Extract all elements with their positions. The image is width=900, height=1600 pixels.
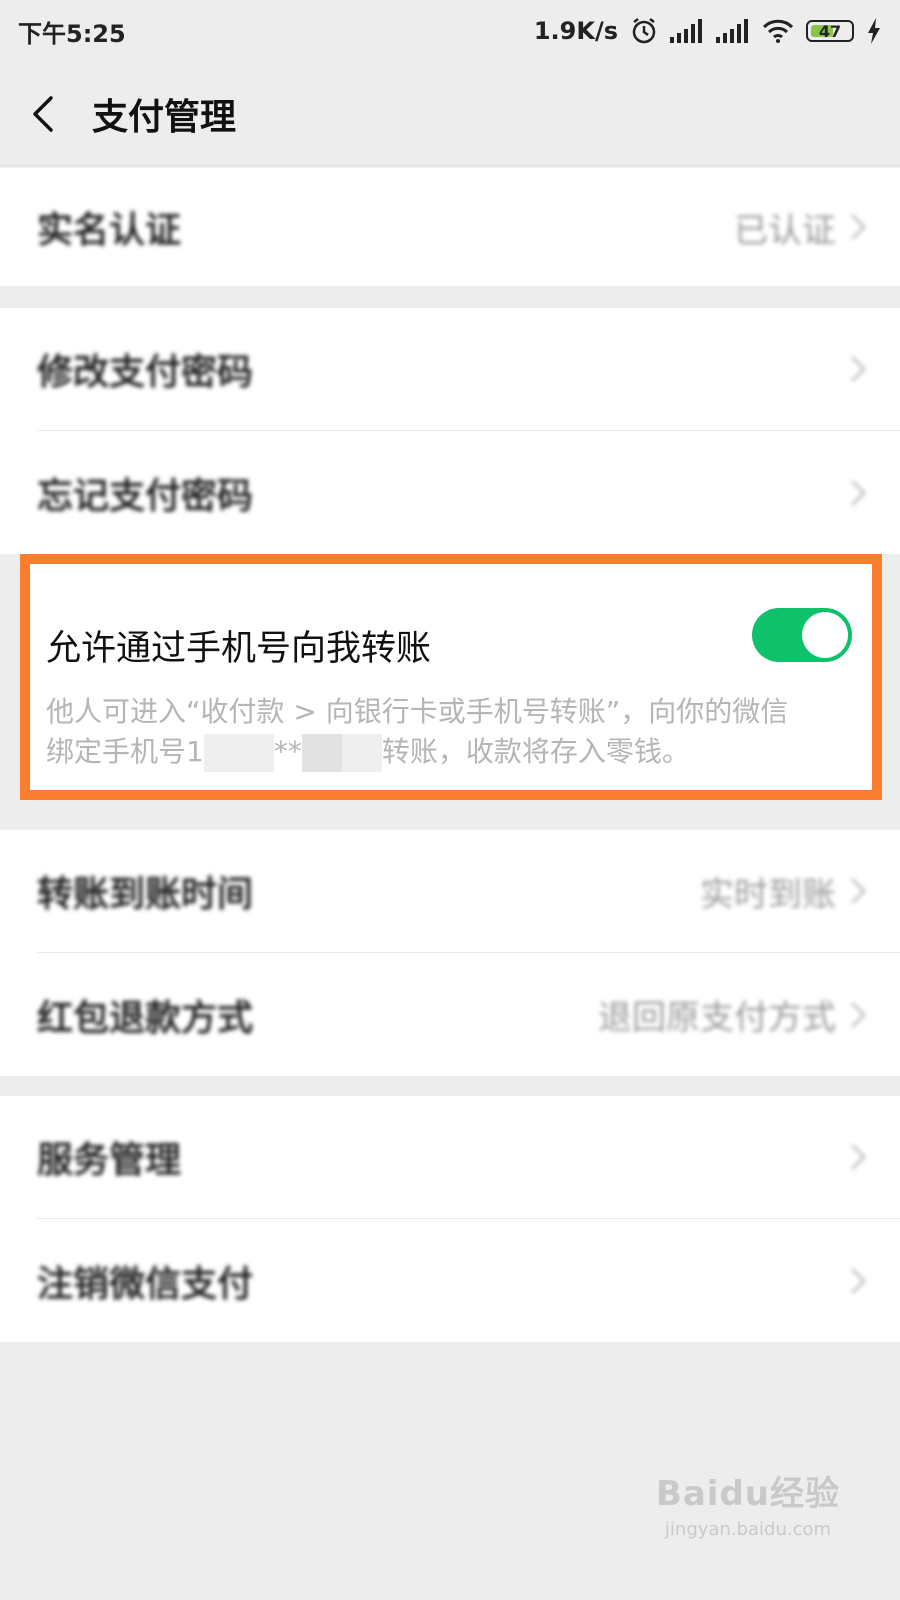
row-label: 实名认证 xyxy=(37,210,182,251)
chevron-right-icon xyxy=(850,355,866,383)
page-title: 支付管理 xyxy=(92,96,237,138)
group-services: 服务管理 注销微信支付 xyxy=(0,1096,900,1342)
row-label: 注销微信支付 xyxy=(37,1263,254,1305)
status-time: 下午5:25 xyxy=(18,19,126,48)
phone-transfer-toggle[interactable] xyxy=(752,608,852,662)
group-transfer: 转账到账时间 实时到账 红包退款方式 退回原支付方式 xyxy=(0,830,900,1076)
charging-icon xyxy=(866,18,882,44)
network-speed: 1.9K/s xyxy=(533,17,618,45)
desc-line-1: 他人可进入“收付款 > 向银行卡或手机号转账”，向你的微信 xyxy=(46,695,789,728)
watermark-url: jingyan.baidu.com xyxy=(664,1519,832,1540)
group-password: 修改支付密码 忘记支付密码 xyxy=(0,308,900,554)
row-cancel-wechat-pay[interactable]: 注销微信支付 xyxy=(0,1219,900,1342)
row-label: 服务管理 xyxy=(37,1140,182,1181)
chevron-right-icon xyxy=(850,479,866,506)
chevron-right-icon xyxy=(850,1143,866,1171)
row-label: 转账到账时间 xyxy=(37,874,254,915)
row-value: 退回原支付方式 xyxy=(598,998,836,1038)
row-value: 已认证 xyxy=(734,210,836,251)
alarm-icon xyxy=(630,17,658,45)
back-arrow-icon xyxy=(33,95,53,132)
row-refund-method[interactable]: 红包退款方式 退回原支付方式 xyxy=(0,953,900,1076)
back-button[interactable] xyxy=(4,74,84,154)
chevron-right-icon xyxy=(850,877,866,905)
signal-icon-2 xyxy=(716,19,750,43)
row-value: 实时到账 xyxy=(700,874,836,915)
toggle-knob xyxy=(802,612,848,658)
signal-icon xyxy=(670,19,704,43)
chevron-right-icon xyxy=(850,213,866,241)
wifi-icon xyxy=(762,19,794,43)
row-service-management[interactable]: 服务管理 xyxy=(0,1096,900,1218)
chevron-right-icon xyxy=(850,1001,866,1028)
redacted-phone xyxy=(341,734,382,772)
row-label: 忘记支付密码 xyxy=(37,475,254,517)
row-forgot-password[interactable]: 忘记支付密码 xyxy=(0,431,900,554)
watermark-logo: Baidu经验 xyxy=(655,1474,840,1514)
battery-icon: 47 xyxy=(806,20,854,42)
row-real-name[interactable]: 实名认证 已认证 xyxy=(0,168,900,286)
nav-bar: 支付管理 xyxy=(0,62,900,166)
battery-level: 47 xyxy=(818,21,842,41)
chevron-right-icon xyxy=(850,1267,866,1294)
phone-transfer-section: 允许通过手机号向我转账 他人可进入“收付款 > 向银行卡或手机号转账”，向你的微… xyxy=(20,554,882,800)
status-icons: 1.9K/s 47 xyxy=(534,17,882,45)
row-change-password[interactable]: 修改支付密码 xyxy=(0,308,900,430)
row-transfer-time[interactable]: 转账到账时间 实时到账 xyxy=(0,830,900,952)
redacted-phone xyxy=(203,734,274,772)
desc-line-2: 绑定手机号1 ** 转账，收款将存入零钱。 xyxy=(46,732,846,772)
status-bar: 下午5:25 1.9K/s 47 xyxy=(0,0,900,62)
row-label: 红包退款方式 xyxy=(37,997,254,1039)
group-verification: 实名认证 已认证 xyxy=(0,168,900,286)
phone-transfer-description: 他人可进入“收付款 > 向银行卡或手机号转账”，向你的微信 绑定手机号1 ** 转账… xyxy=(46,692,846,772)
baidu-watermark: Baidu经验 jingyan.baidu.com xyxy=(656,1466,840,1540)
redacted-phone xyxy=(301,734,342,772)
row-label: 修改支付密码 xyxy=(37,352,254,393)
phone-transfer-label: 允许通过手机号向我转账 xyxy=(46,629,432,669)
